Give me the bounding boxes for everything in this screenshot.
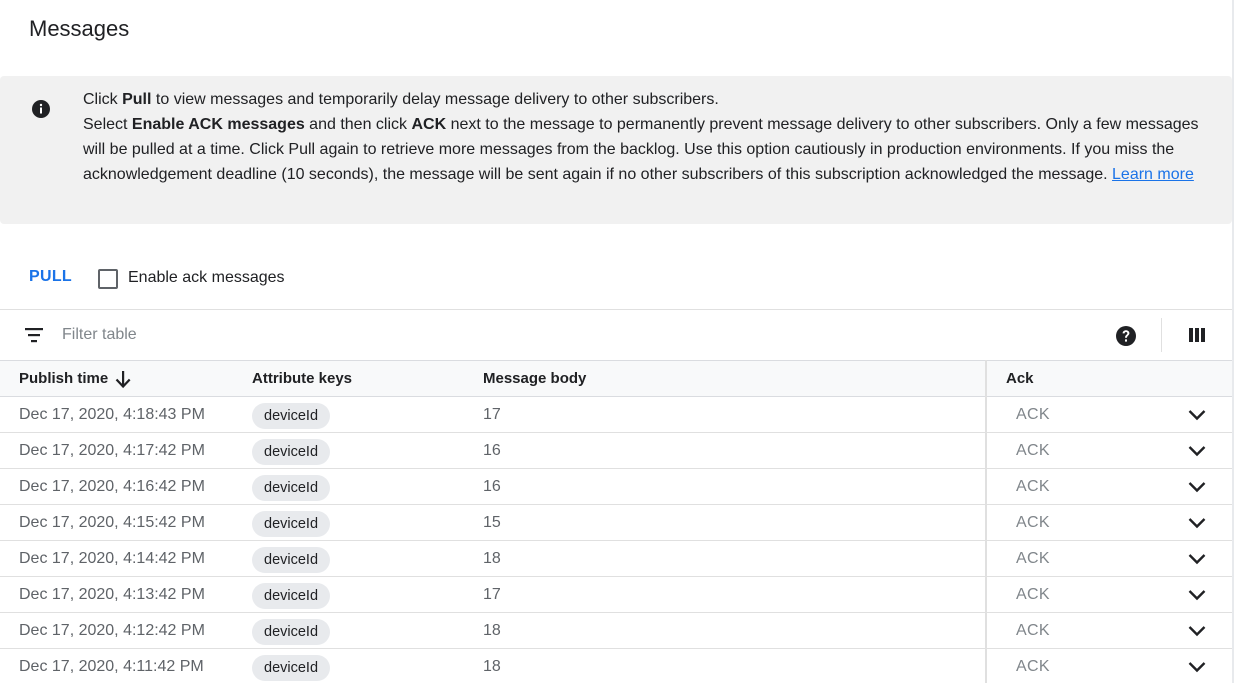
table-row: Dec 17, 2020, 4:14:42 PM deviceId 18 ACK bbox=[0, 541, 1232, 577]
sort-descending-icon[interactable] bbox=[114, 369, 132, 389]
message-body-cell: 17 bbox=[483, 406, 501, 423]
message-body-cell: 15 bbox=[483, 514, 501, 531]
toolbar-divider bbox=[1161, 318, 1162, 352]
filter-icon[interactable] bbox=[24, 327, 44, 343]
attribute-key-chip: deviceId bbox=[252, 655, 331, 681]
chevron-down-icon[interactable] bbox=[1187, 444, 1207, 458]
help-icon[interactable] bbox=[1115, 325, 1137, 347]
ack-button[interactable]: ACK bbox=[1016, 586, 1050, 604]
chevron-down-icon[interactable] bbox=[1187, 588, 1207, 602]
attribute-key-chip: deviceId bbox=[252, 475, 331, 501]
publish-time-cell: Dec 17, 2020, 4:15:42 PM bbox=[19, 514, 205, 531]
attribute-key-chip: deviceId bbox=[252, 439, 331, 465]
column-header-ack: Ack bbox=[1006, 370, 1034, 387]
publish-time-cell: Dec 17, 2020, 4:12:42 PM bbox=[19, 622, 205, 639]
ack-button[interactable]: ACK bbox=[1016, 406, 1050, 424]
publish-time-cell: Dec 17, 2020, 4:13:42 PM bbox=[19, 586, 205, 603]
column-header-publish-time[interactable]: Publish time bbox=[19, 370, 108, 387]
table-row: Dec 17, 2020, 4:12:42 PM deviceId 18 ACK bbox=[0, 613, 1232, 649]
attribute-key-chip: deviceId bbox=[252, 547, 331, 573]
publish-time-cell: Dec 17, 2020, 4:18:43 PM bbox=[19, 406, 205, 423]
chevron-down-icon[interactable] bbox=[1187, 408, 1207, 422]
publish-time-cell: Dec 17, 2020, 4:14:42 PM bbox=[19, 550, 205, 567]
message-body-cell: 17 bbox=[483, 586, 501, 603]
chevron-down-icon[interactable] bbox=[1187, 480, 1207, 494]
ack-button[interactable]: ACK bbox=[1016, 658, 1050, 676]
chevron-down-icon[interactable] bbox=[1187, 624, 1207, 638]
columns-icon[interactable] bbox=[1187, 326, 1207, 344]
column-header-message-body[interactable]: Message body bbox=[483, 370, 586, 387]
table-row: Dec 17, 2020, 4:17:42 PM deviceId 16 ACK bbox=[0, 433, 1232, 469]
column-header-attribute-keys[interactable]: Attribute keys bbox=[252, 370, 352, 387]
info-line-1: Click Pull to view messages and temporar… bbox=[83, 91, 719, 108]
chevron-down-icon[interactable] bbox=[1187, 516, 1207, 530]
chevron-down-icon[interactable] bbox=[1187, 552, 1207, 566]
publish-time-cell: Dec 17, 2020, 4:16:42 PM bbox=[19, 478, 205, 495]
attribute-key-chip: deviceId bbox=[252, 583, 331, 609]
enable-ack-checkbox[interactable] bbox=[98, 269, 118, 289]
message-body-cell: 18 bbox=[483, 658, 501, 675]
publish-time-cell: Dec 17, 2020, 4:11:42 PM bbox=[19, 658, 204, 675]
ack-button[interactable]: ACK bbox=[1016, 442, 1050, 460]
message-body-cell: 18 bbox=[483, 622, 501, 639]
enable-ack-label: Enable ack messages bbox=[128, 269, 285, 286]
table-row: Dec 17, 2020, 4:15:42 PM deviceId 15 ACK bbox=[0, 505, 1232, 541]
learn-more-link[interactable]: Learn more bbox=[1112, 166, 1194, 183]
ack-button[interactable]: ACK bbox=[1016, 514, 1050, 532]
info-icon bbox=[32, 100, 50, 118]
chevron-down-icon[interactable] bbox=[1187, 660, 1207, 674]
table-row: Dec 17, 2020, 4:13:42 PM deviceId 17 ACK bbox=[0, 577, 1232, 613]
pull-button[interactable]: PULL bbox=[29, 268, 72, 286]
table-row: Dec 17, 2020, 4:18:43 PM deviceId 17 ACK bbox=[0, 397, 1232, 433]
message-body-cell: 16 bbox=[483, 478, 501, 495]
table-header: Publish time Attribute keys Message body… bbox=[0, 360, 1232, 397]
ack-button[interactable]: ACK bbox=[1016, 550, 1050, 568]
attribute-key-chip: deviceId bbox=[252, 403, 331, 429]
table-row: Dec 17, 2020, 4:11:42 PM deviceId 18 ACK bbox=[0, 649, 1232, 683]
info-text: Click Pull to view messages and temporar… bbox=[83, 87, 1203, 187]
filter-input[interactable] bbox=[62, 324, 662, 346]
filter-bar bbox=[0, 309, 1232, 360]
publish-time-cell: Dec 17, 2020, 4:17:42 PM bbox=[19, 442, 205, 459]
message-body-cell: 18 bbox=[483, 550, 501, 567]
info-line-2: Select Enable ACK messages and then clic… bbox=[83, 116, 1199, 183]
message-body-cell: 16 bbox=[483, 442, 501, 459]
table-row: Dec 17, 2020, 4:16:42 PM deviceId 16 ACK bbox=[0, 469, 1232, 505]
page-title: Messages bbox=[29, 16, 130, 41]
attribute-key-chip: deviceId bbox=[252, 619, 331, 645]
attribute-key-chip: deviceId bbox=[252, 511, 331, 537]
ack-button[interactable]: ACK bbox=[1016, 478, 1050, 496]
ack-button[interactable]: ACK bbox=[1016, 622, 1050, 640]
